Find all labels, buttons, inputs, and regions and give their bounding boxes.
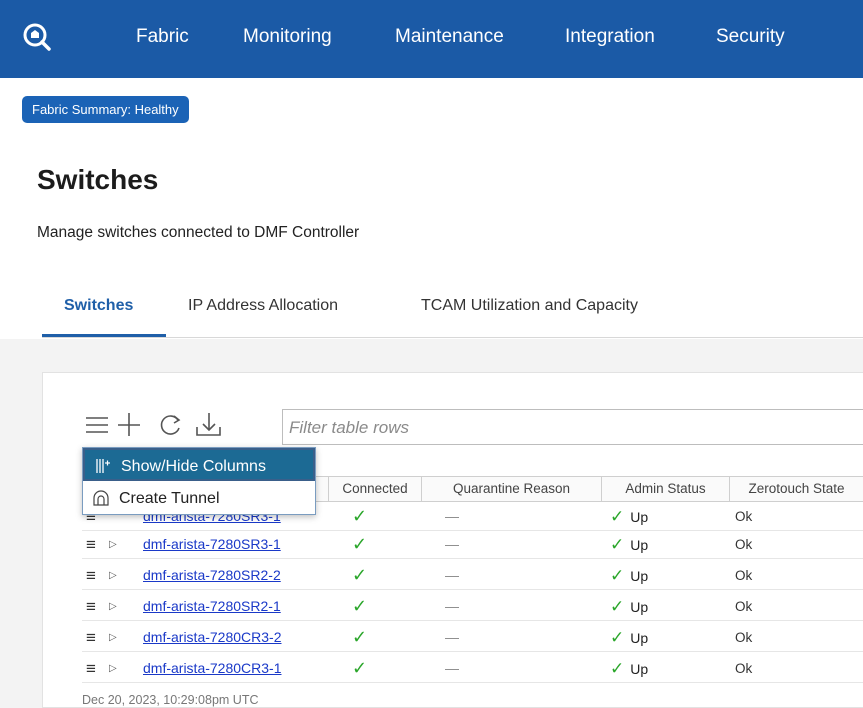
quarantine-reason: —: [445, 567, 459, 583]
table-row[interactable]: ≡ ▷ dmf-arista-7280CR3-2 ✓ — ✓ Up Ok: [82, 624, 863, 652]
refresh-icon[interactable]: [156, 410, 184, 438]
quarantine-reason: —: [445, 508, 459, 524]
connected-check-icon: ✓: [352, 565, 368, 585]
expand-row-icon[interactable]: ▷: [109, 655, 117, 682]
admin-status: ✓ Up: [610, 566, 649, 585]
tab-bar: Switches IP Address Allocation TCAM Util…: [42, 286, 863, 338]
menu-item-label: Create Tunnel: [119, 490, 220, 507]
switch-name-link[interactable]: dmf-arista-7280CR3-2: [143, 624, 282, 651]
connected-check-icon: ✓: [352, 506, 368, 526]
admin-status: ✓ Up: [610, 535, 649, 554]
expand-row-icon[interactable]: ▷: [109, 531, 117, 558]
quarantine-reason: —: [445, 598, 459, 614]
logo-icon[interactable]: [22, 22, 52, 52]
row-menu-icon[interactable]: ≡: [86, 562, 106, 589]
add-icon[interactable]: [115, 410, 143, 438]
admin-up-check-icon: ✓: [610, 507, 625, 526]
menu-item-create-tunnel[interactable]: Create Tunnel: [83, 482, 315, 515]
toolbar-dropdown-menu: Show/Hide Columns Create Tunnel: [82, 447, 316, 515]
page-title: Switches: [37, 164, 159, 195]
nav-security[interactable]: Security: [716, 26, 785, 48]
nav-monitoring[interactable]: Monitoring: [243, 26, 332, 48]
expand-row-icon[interactable]: ▷: [109, 562, 117, 589]
admin-status: ✓ Up: [610, 659, 649, 678]
switch-name-link[interactable]: dmf-arista-7280SR2-2: [143, 562, 281, 589]
quarantine-reason: —: [445, 629, 459, 645]
table-row[interactable]: ≡ ▷ dmf-arista-7280SR2-2 ✓ — ✓ Up Ok: [82, 562, 863, 590]
row-menu-icon[interactable]: ≡: [86, 531, 106, 558]
filter-table-rows-input[interactable]: Filter table rows: [282, 409, 863, 445]
menu-item-label: Show/Hide Columns: [121, 458, 266, 475]
menu-item-show-hide-columns[interactable]: Show/Hide Columns: [83, 448, 315, 481]
quarantine-reason: —: [445, 660, 459, 676]
switch-name-link[interactable]: dmf-arista-7280SR3-1: [143, 531, 281, 558]
connected-check-icon: ✓: [352, 534, 368, 554]
table-row[interactable]: ≡ ▷ dmf-arista-7280SR2-1 ✓ — ✓ Up Ok: [82, 593, 863, 621]
connected-check-icon: ✓: [352, 627, 368, 647]
connected-check-icon: ✓: [352, 596, 368, 616]
nav-maintenance[interactable]: Maintenance: [395, 26, 504, 48]
admin-status: ✓ Up: [610, 628, 649, 647]
tab-ip-address-allocation[interactable]: IP Address Allocation: [188, 297, 338, 315]
nav-integration[interactable]: Integration: [565, 26, 655, 48]
top-nav-bar: Fabric Monitoring Maintenance Integratio…: [0, 0, 863, 78]
table-row[interactable]: ≡ ▷ dmf-arista-7280CR3-1 ✓ — ✓ Up Ok: [82, 655, 863, 683]
last-updated-timestamp: Dec 20, 2023, 10:29:08pm UTC: [82, 693, 259, 707]
tab-switches[interactable]: Switches: [64, 297, 133, 315]
expand-row-icon[interactable]: ▷: [109, 593, 117, 620]
menu-icon[interactable]: [84, 410, 112, 438]
columns-icon: [96, 459, 110, 473]
column-header-quarantine-reason[interactable]: Quarantine Reason: [421, 477, 601, 501]
table-row[interactable]: ≡ ▷ dmf-arista-7280SR3-1 ✓ — ✓ Up Ok: [82, 531, 863, 559]
column-header-admin-status[interactable]: Admin Status: [601, 477, 729, 501]
admin-up-check-icon: ✓: [610, 659, 625, 678]
column-header-zerotouch-state[interactable]: Zerotouch State: [729, 477, 863, 501]
admin-up-check-icon: ✓: [610, 597, 625, 616]
admin-up-check-icon: ✓: [610, 566, 625, 585]
admin-up-check-icon: ✓: [610, 628, 625, 647]
nav-fabric[interactable]: Fabric: [136, 26, 189, 48]
page-subtitle: Manage switches connected to DMF Control…: [37, 224, 360, 241]
zerotouch-state: Ok: [735, 568, 753, 583]
zerotouch-state: Ok: [735, 509, 753, 524]
connected-check-icon: ✓: [352, 658, 368, 678]
fabric-status-badge[interactable]: Fabric Summary: Healthy: [22, 96, 189, 123]
zerotouch-state: Ok: [735, 599, 753, 614]
row-menu-icon[interactable]: ≡: [86, 624, 106, 651]
zerotouch-state: Ok: [735, 537, 753, 552]
switch-name-link[interactable]: dmf-arista-7280SR2-1: [143, 593, 281, 620]
zerotouch-state: Ok: [735, 661, 753, 676]
tunnel-icon: [93, 490, 109, 506]
row-menu-icon[interactable]: ≡: [86, 593, 106, 620]
download-icon[interactable]: [194, 410, 222, 438]
quarantine-reason: —: [445, 536, 459, 552]
switch-name-link[interactable]: dmf-arista-7280CR3-1: [143, 655, 282, 682]
column-header-connected[interactable]: Connected: [328, 477, 421, 501]
zerotouch-state: Ok: [735, 630, 753, 645]
admin-up-check-icon: ✓: [610, 535, 625, 554]
tab-tcam-utilization[interactable]: TCAM Utilization and Capacity: [421, 297, 638, 315]
admin-status: ✓ Up: [610, 507, 649, 526]
row-menu-icon[interactable]: ≡: [86, 655, 106, 682]
active-tab-indicator: [42, 334, 166, 337]
admin-status: ✓ Up: [610, 597, 649, 616]
expand-row-icon[interactable]: ▷: [109, 624, 117, 651]
